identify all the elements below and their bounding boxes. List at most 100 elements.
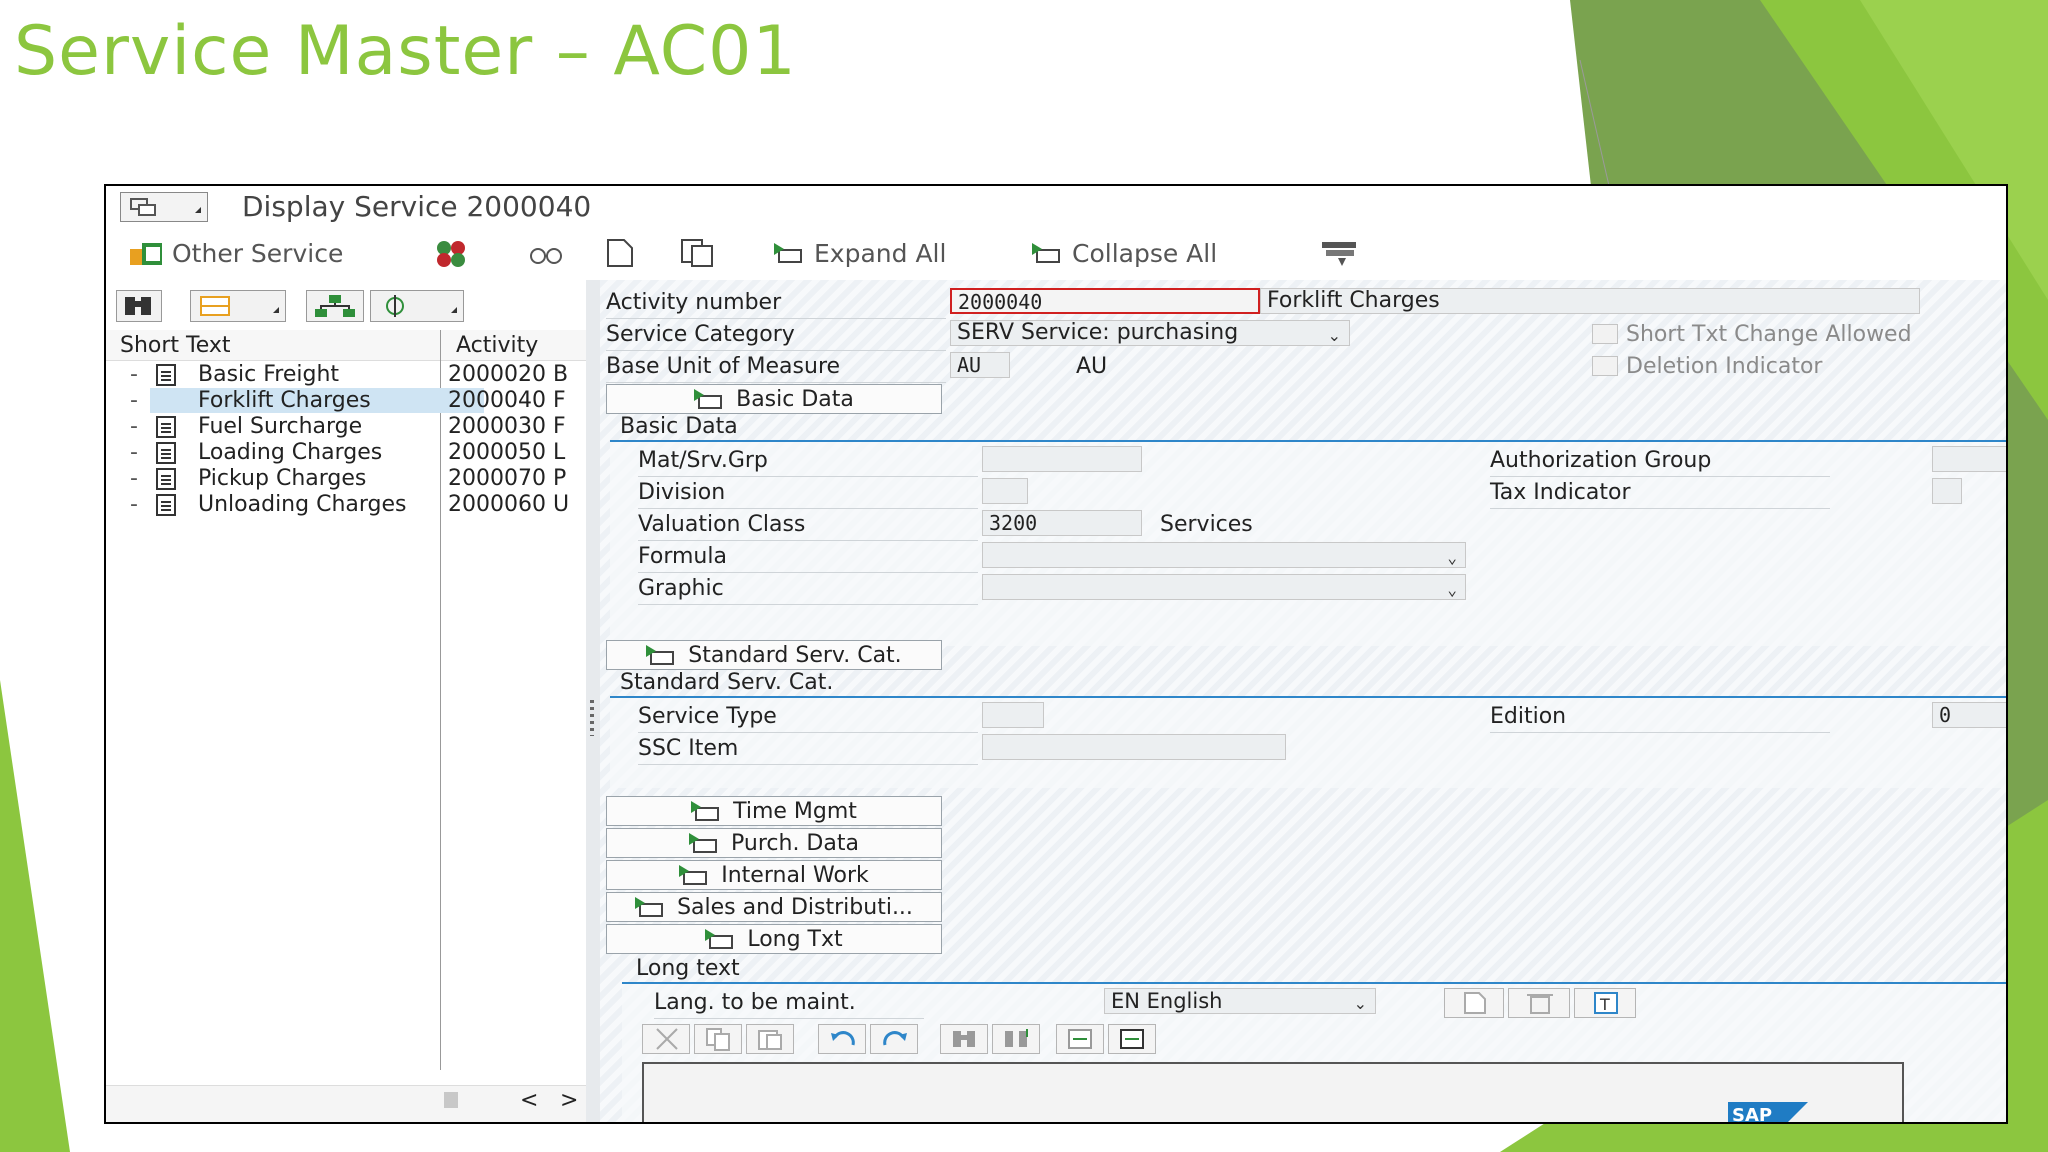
tree-row-text: Forklift Charges xyxy=(150,388,484,413)
slide-title: Service Master – AC01 xyxy=(14,12,797,91)
tree-scrollbar[interactable]: < > xyxy=(106,1085,586,1122)
tree-row[interactable]: - Basic Freight 2000020 B xyxy=(106,362,586,388)
menu-button[interactable] xyxy=(120,192,208,222)
basic-data-toggle-button[interactable]: Basic Data xyxy=(606,384,942,414)
short-txt-change-checkbox[interactable] xyxy=(1592,324,1618,344)
mat-srv-grp-field[interactable] xyxy=(982,446,1142,472)
collapse-all-label: Collapse All xyxy=(1072,238,1218,268)
service-category-dropdown[interactable]: SERV Service: purchasing ⌄ xyxy=(950,320,1350,346)
paste-icon xyxy=(758,1030,782,1050)
text-format-button[interactable]: T xyxy=(1574,988,1636,1018)
collapse-icon xyxy=(646,645,676,665)
ssc-item-field[interactable] xyxy=(982,734,1286,760)
division-field[interactable] xyxy=(982,478,1028,504)
basic-data-button-label: Basic Data xyxy=(736,386,854,412)
tree-row[interactable]: - Fuel Surcharge 2000030 F xyxy=(106,414,586,440)
purch-data-toggle-button[interactable]: Purch. Data xyxy=(606,828,942,858)
other-service-label: Other Service xyxy=(172,238,344,268)
activity-number-field[interactable]: 2000040 xyxy=(950,288,1260,314)
tree-options-icon xyxy=(386,295,457,317)
authorization-group-field[interactable] xyxy=(1932,446,2006,472)
activity-description-field[interactable]: Forklift Charges xyxy=(1260,288,1920,314)
scroll-left-button[interactable]: < xyxy=(520,1088,538,1113)
display-change-button[interactable] xyxy=(432,236,472,270)
undo-button[interactable] xyxy=(818,1024,866,1054)
standard-serv-cat-toggle-button[interactable]: Standard Serv. Cat. xyxy=(606,640,942,670)
expand-all-button[interactable]: Expand All xyxy=(774,236,946,270)
long-txt-toggle-button[interactable]: Long Txt xyxy=(606,924,942,954)
tree-row[interactable]: - Unloading Charges 2000060 U xyxy=(106,492,586,518)
object-links-icon xyxy=(437,241,465,267)
activity-number-label: Activity number xyxy=(606,290,782,315)
tree-row-activity: 2000050 L xyxy=(448,440,566,465)
collapse-all-button[interactable]: Collapse All xyxy=(1032,236,1217,270)
valuation-class-field[interactable]: 3200 xyxy=(982,510,1142,536)
chevron-down-icon: ⌄ xyxy=(1353,994,1367,1013)
expand-icon xyxy=(635,897,665,917)
sap-logo-text: SAP xyxy=(1732,1105,1772,1122)
copy-text-button[interactable] xyxy=(694,1024,742,1054)
layout-icon xyxy=(200,296,279,316)
time-mgmt-toggle-button[interactable]: Time Mgmt xyxy=(606,796,942,826)
service-type-field[interactable] xyxy=(982,702,1044,728)
splitter-grip[interactable] xyxy=(590,700,594,736)
import-text-button[interactable] xyxy=(1056,1024,1104,1054)
tree-row-activity: 2000040 F xyxy=(448,388,566,413)
other-service-button[interactable]: Other Service xyxy=(128,236,343,270)
service-category-value: SERV Service: purchasing xyxy=(957,320,1239,345)
cut-button[interactable] xyxy=(642,1024,690,1054)
long-text-editor[interactable] xyxy=(642,1062,1904,1122)
tree-options-button[interactable] xyxy=(370,290,464,322)
formula-dropdown[interactable]: ⌄ xyxy=(982,542,1466,568)
delete-text-button[interactable] xyxy=(1508,988,1570,1018)
basic-data-section-title: Basic Data xyxy=(620,414,738,439)
service-detail-panel: Activity number 2000040 Forklift Charges… xyxy=(600,280,2006,1122)
document-icon xyxy=(156,494,176,516)
hierarchy-button[interactable] xyxy=(306,290,364,322)
edit-icon xyxy=(1464,992,1486,1014)
panel-splitter[interactable] xyxy=(586,280,600,1122)
tax-indicator-field[interactable] xyxy=(1932,478,1962,504)
standard-serv-cat-button-label: Standard Serv. Cat. xyxy=(688,642,902,668)
document-icon xyxy=(156,364,176,386)
sales-distribution-toggle-button[interactable]: Sales and Distributi... xyxy=(606,892,942,922)
edit-text-button[interactable] xyxy=(1444,988,1504,1018)
find-button[interactable] xyxy=(116,290,162,322)
tree-row-selected[interactable]: - Forklift Charges 2000040 F xyxy=(106,388,586,414)
valuation-class-text: Services xyxy=(1160,512,1253,537)
language-dropdown[interactable]: EN English ⌄ xyxy=(1104,988,1376,1014)
activity-column-header[interactable]: Activity xyxy=(456,333,538,358)
find-text-button[interactable] xyxy=(940,1024,988,1054)
redo-button[interactable] xyxy=(870,1024,918,1054)
tree-row-activity: 2000020 B xyxy=(448,362,569,387)
deletion-indicator-checkbox[interactable] xyxy=(1592,356,1618,376)
document-icon xyxy=(156,442,176,464)
tree-row[interactable]: - Loading Charges 2000050 L xyxy=(106,440,586,466)
copy-button[interactable] xyxy=(678,236,718,270)
copy-icon xyxy=(706,1028,730,1051)
edition-field[interactable]: 0 xyxy=(1932,702,2006,728)
other-object-icon xyxy=(130,243,162,265)
paste-button[interactable] xyxy=(746,1024,794,1054)
graphic-dropdown[interactable]: ⌄ xyxy=(982,574,1466,600)
trash-icon xyxy=(1527,994,1553,1014)
scroll-thumb[interactable] xyxy=(444,1092,458,1108)
scroll-right-button[interactable]: > xyxy=(560,1088,578,1113)
internal-work-toggle-button[interactable]: Internal Work xyxy=(606,860,942,890)
short-text-column-header[interactable]: Short Text xyxy=(120,333,231,358)
export-text-button[interactable] xyxy=(1108,1024,1156,1054)
layout-button[interactable] xyxy=(190,290,286,322)
import-icon xyxy=(1068,1029,1092,1049)
where-used-button[interactable] xyxy=(526,236,566,270)
create-button[interactable] xyxy=(602,236,638,270)
expand-icon xyxy=(689,833,719,853)
sap-logo: SAP xyxy=(1728,1102,1808,1122)
find-next-button[interactable] xyxy=(992,1024,1040,1054)
export-icon xyxy=(1120,1029,1144,1049)
more-button[interactable] xyxy=(1318,236,1362,270)
base-unit-field[interactable]: AU xyxy=(950,352,1010,378)
binoculars-icon xyxy=(125,297,151,315)
collapse-all-icon xyxy=(1032,243,1062,263)
undo-icon xyxy=(831,1031,855,1046)
tree-row[interactable]: - Pickup Charges 2000070 P xyxy=(106,466,586,492)
